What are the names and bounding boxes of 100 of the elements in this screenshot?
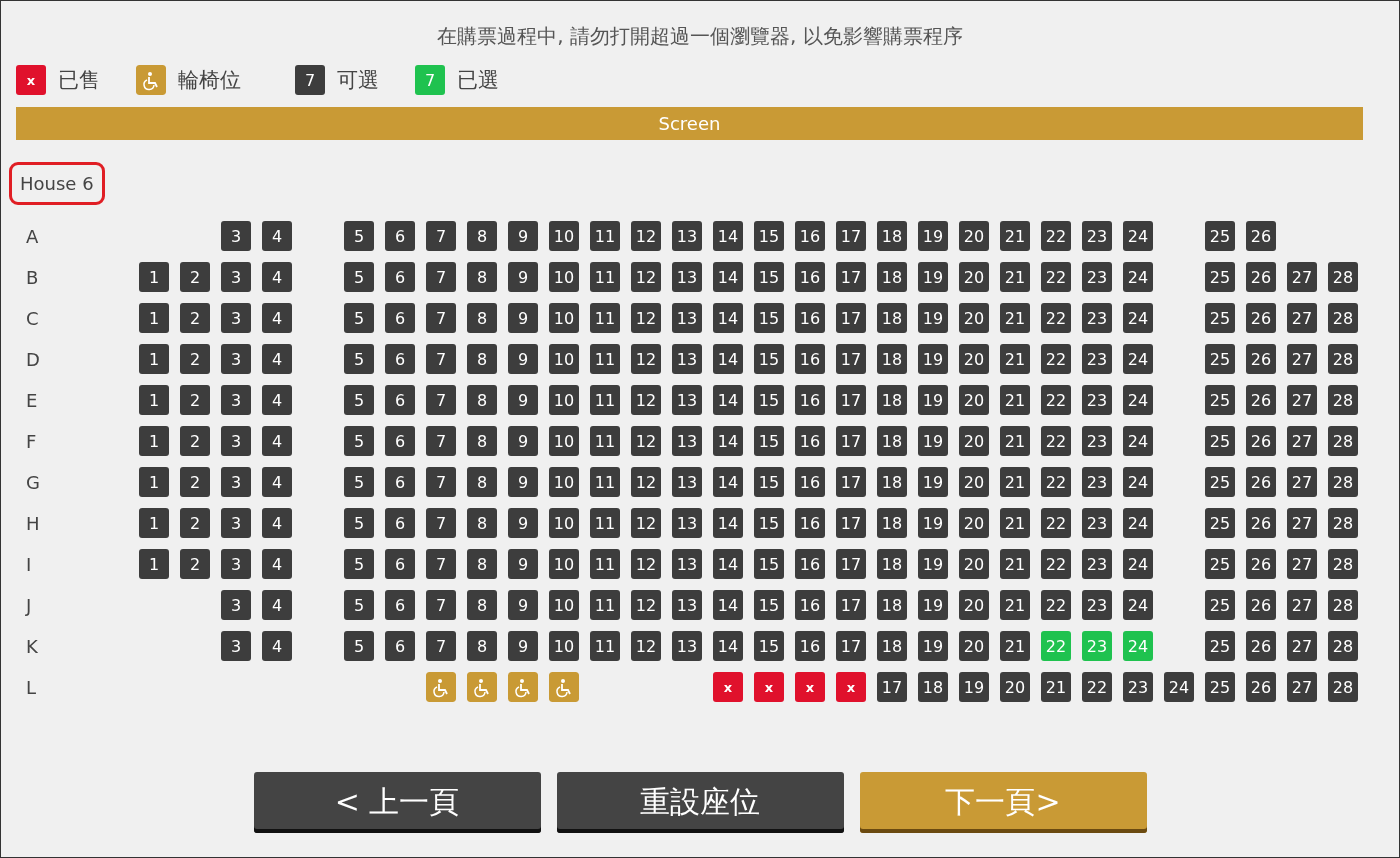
seat[interactable]: 12 bbox=[631, 303, 661, 333]
seat[interactable]: 26 bbox=[1246, 672, 1276, 702]
seat[interactable]: 27 bbox=[1287, 426, 1317, 456]
seat[interactable]: 14 bbox=[713, 590, 743, 620]
seat[interactable]: 25 bbox=[1205, 221, 1235, 251]
seat[interactable]: 23 bbox=[1082, 221, 1112, 251]
seat[interactable]: 11 bbox=[590, 590, 620, 620]
seat[interactable]: 26 bbox=[1246, 467, 1276, 497]
seat[interactable]: 9 bbox=[508, 303, 538, 333]
seat[interactable]: 1 bbox=[139, 385, 169, 415]
seat[interactable]: 3 bbox=[221, 385, 251, 415]
seat[interactable]: 12 bbox=[631, 508, 661, 538]
seat[interactable]: 16 bbox=[795, 549, 825, 579]
seat[interactable]: 13 bbox=[672, 508, 702, 538]
seat[interactable]: 6 bbox=[385, 549, 415, 579]
seat[interactable]: 27 bbox=[1287, 672, 1317, 702]
seat[interactable]: 18 bbox=[877, 590, 907, 620]
seat[interactable]: 12 bbox=[631, 221, 661, 251]
seat[interactable]: 7 bbox=[426, 467, 456, 497]
seat[interactable]: 4 bbox=[262, 467, 292, 497]
seat[interactable]: 18 bbox=[918, 672, 948, 702]
seat[interactable]: 6 bbox=[385, 426, 415, 456]
seat[interactable]: 21 bbox=[1000, 221, 1030, 251]
seat[interactable]: 3 bbox=[221, 549, 251, 579]
seat[interactable]: 15 bbox=[754, 549, 784, 579]
seat[interactable]: 3 bbox=[221, 467, 251, 497]
seat[interactable]: 8 bbox=[467, 426, 497, 456]
seat[interactable]: 27 bbox=[1287, 467, 1317, 497]
seat[interactable]: 26 bbox=[1246, 385, 1276, 415]
seat[interactable]: 5 bbox=[344, 549, 374, 579]
seat[interactable]: 23 bbox=[1082, 426, 1112, 456]
seat[interactable]: 11 bbox=[590, 508, 620, 538]
seat[interactable]: 26 bbox=[1246, 303, 1276, 333]
seat[interactable]: 20 bbox=[959, 631, 989, 661]
seat[interactable]: 23 bbox=[1082, 344, 1112, 374]
seat[interactable]: 10 bbox=[549, 631, 579, 661]
seat[interactable]: 16 bbox=[795, 221, 825, 251]
seat[interactable]: 14 bbox=[713, 467, 743, 497]
seat[interactable]: 3 bbox=[221, 221, 251, 251]
seat[interactable]: 17 bbox=[836, 467, 866, 497]
seat[interactable]: 14 bbox=[713, 221, 743, 251]
seat[interactable]: 1 bbox=[139, 303, 169, 333]
seat[interactable]: 28 bbox=[1328, 344, 1358, 374]
seat[interactable]: 4 bbox=[262, 549, 292, 579]
seat[interactable]: 25 bbox=[1205, 344, 1235, 374]
seat[interactable]: 16 bbox=[795, 385, 825, 415]
seat[interactable]: 9 bbox=[508, 426, 538, 456]
seat[interactable]: 4 bbox=[262, 508, 292, 538]
seat[interactable]: 18 bbox=[877, 467, 907, 497]
seat[interactable]: 25 bbox=[1205, 590, 1235, 620]
seat[interactable]: 25 bbox=[1205, 672, 1235, 702]
seat[interactable]: 21 bbox=[1000, 426, 1030, 456]
seat[interactable]: 25 bbox=[1205, 426, 1235, 456]
seat[interactable]: 22 bbox=[1041, 262, 1071, 292]
seat[interactable]: 6 bbox=[385, 344, 415, 374]
seat[interactable]: 11 bbox=[590, 303, 620, 333]
nav-button[interactable]: < 上一頁 bbox=[253, 772, 541, 833]
seat[interactable]: 11 bbox=[590, 467, 620, 497]
seat[interactable]: 20 bbox=[959, 508, 989, 538]
seat[interactable]: 21 bbox=[1041, 672, 1071, 702]
seat[interactable]: 8 bbox=[467, 303, 497, 333]
seat[interactable]: 28 bbox=[1328, 262, 1358, 292]
seat[interactable]: 17 bbox=[836, 549, 866, 579]
seat[interactable]: 17 bbox=[836, 303, 866, 333]
seat[interactable]: 24 bbox=[1123, 385, 1153, 415]
seat[interactable]: 28 bbox=[1328, 385, 1358, 415]
seat[interactable]: 26 bbox=[1246, 221, 1276, 251]
seat[interactable]: 1 bbox=[139, 549, 169, 579]
seat[interactable]: 14 bbox=[713, 549, 743, 579]
seat[interactable]: 16 bbox=[795, 303, 825, 333]
seat[interactable]: 20 bbox=[959, 262, 989, 292]
seat[interactable]: 18 bbox=[877, 303, 907, 333]
seat[interactable]: 28 bbox=[1328, 303, 1358, 333]
seat[interactable]: 10 bbox=[549, 262, 579, 292]
seat[interactable]: 22 bbox=[1041, 303, 1071, 333]
seat[interactable]: 3 bbox=[221, 590, 251, 620]
seat[interactable]: 14 bbox=[713, 385, 743, 415]
seat[interactable]: 28 bbox=[1328, 426, 1358, 456]
seat[interactable]: 27 bbox=[1287, 344, 1317, 374]
seat[interactable]: 15 bbox=[754, 303, 784, 333]
seat[interactable]: 7 bbox=[426, 549, 456, 579]
seat[interactable]: 10 bbox=[549, 385, 579, 415]
wheelchair-seat-icon[interactable] bbox=[508, 672, 538, 702]
seat[interactable]: 24 bbox=[1123, 590, 1153, 620]
seat[interactable]: 15 bbox=[754, 590, 784, 620]
seat[interactable]: 7 bbox=[426, 508, 456, 538]
seat[interactable]: 24 bbox=[1123, 221, 1153, 251]
seat[interactable]: 20 bbox=[1000, 672, 1030, 702]
seat[interactable]: 17 bbox=[836, 344, 866, 374]
seat[interactable]: 10 bbox=[549, 549, 579, 579]
seat[interactable]: 25 bbox=[1205, 549, 1235, 579]
seat[interactable]: 9 bbox=[508, 385, 538, 415]
seat[interactable]: 5 bbox=[344, 590, 374, 620]
seat[interactable]: 27 bbox=[1287, 262, 1317, 292]
seat[interactable]: 15 bbox=[754, 508, 784, 538]
seat[interactable]: 4 bbox=[262, 426, 292, 456]
seat[interactable]: 17 bbox=[877, 672, 907, 702]
seat[interactable]: 9 bbox=[508, 221, 538, 251]
seat[interactable]: 2 bbox=[180, 262, 210, 292]
seat[interactable]: 27 bbox=[1287, 549, 1317, 579]
